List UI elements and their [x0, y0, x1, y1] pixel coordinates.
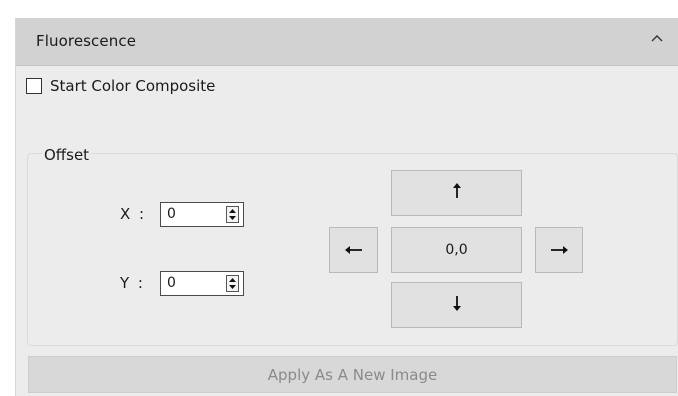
y-label: Y : [120, 274, 145, 292]
chevron-up-icon[interactable] [649, 30, 665, 48]
arrow-right-icon [550, 241, 568, 260]
move-up-button[interactable] [391, 170, 522, 216]
x-offset-value: 0 [167, 206, 176, 222]
x-label: X : [120, 205, 147, 223]
x-offset-spinbox[interactable]: 0 [160, 202, 244, 227]
reset-offset-button[interactable]: 0,0 [391, 227, 522, 273]
arrow-down-icon [450, 295, 464, 315]
x-spin-arrows-icon[interactable] [226, 206, 239, 223]
arrow-up-icon [450, 183, 464, 203]
y-offset-spinbox[interactable]: 0 [160, 271, 244, 296]
panel-title: Fluorescence [36, 32, 137, 50]
start-color-composite-checkbox[interactable] [26, 78, 42, 94]
reset-offset-label: 0,0 [445, 242, 468, 258]
apply-as-new-image-label: Apply As A New Image [267, 365, 438, 384]
apply-as-new-image-button[interactable]: Apply As A New Image [28, 356, 677, 393]
panel-header[interactable]: Fluorescence [16, 18, 678, 66]
fluorescence-panel: Fluorescence Start Color Composite Offse… [15, 18, 678, 396]
y-spin-arrows-icon[interactable] [226, 275, 239, 292]
start-color-composite-label: Start Color Composite [50, 77, 216, 95]
offset-group-label: Offset [42, 146, 92, 164]
move-right-button[interactable] [535, 227, 583, 273]
move-left-button[interactable] [329, 227, 378, 273]
arrow-left-icon [344, 241, 363, 260]
move-down-button[interactable] [391, 282, 522, 328]
y-offset-value: 0 [167, 275, 176, 291]
